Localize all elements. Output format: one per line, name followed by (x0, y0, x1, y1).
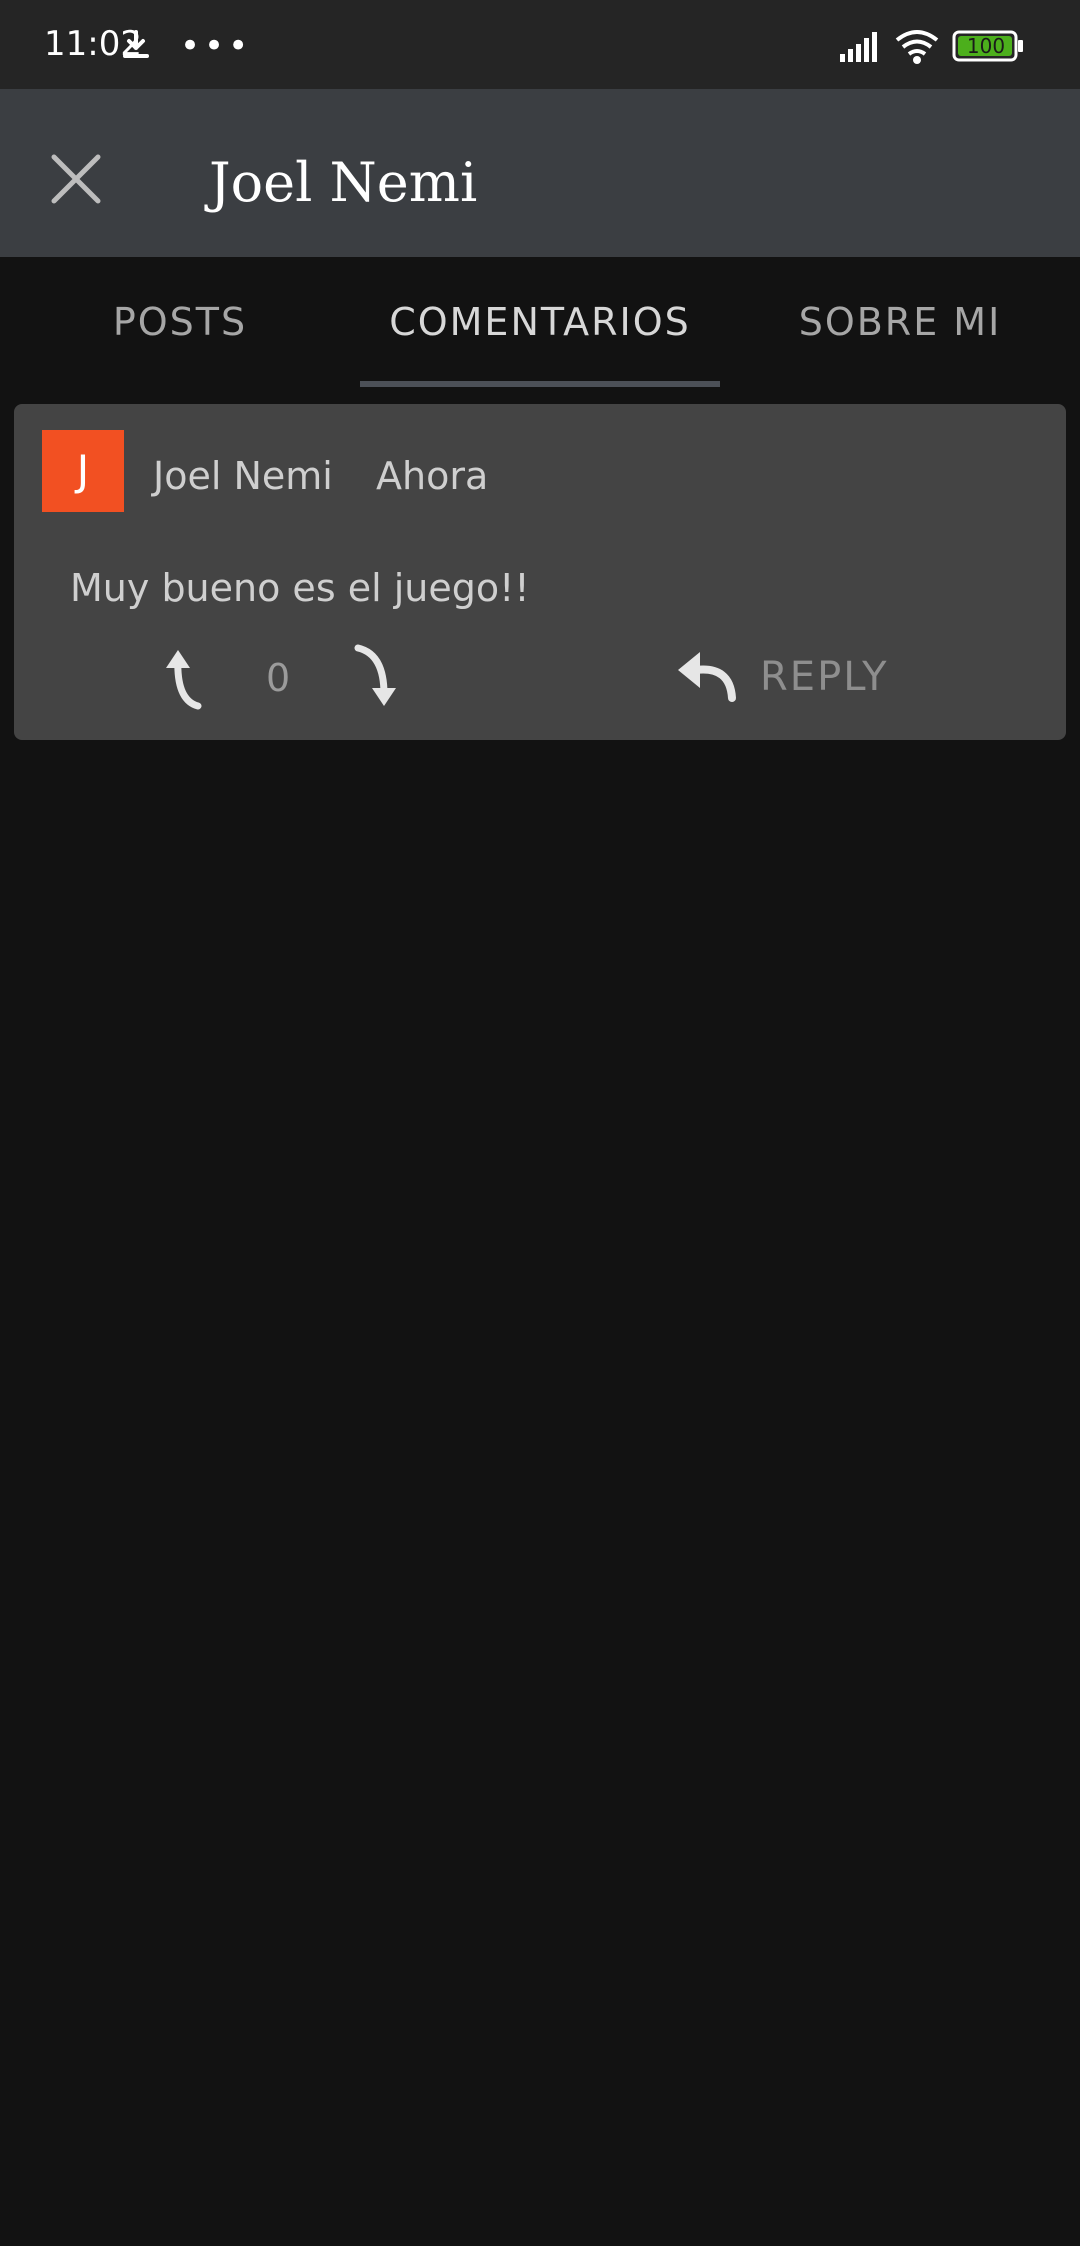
wifi-icon (895, 30, 939, 64)
battery-level: 100 (966, 34, 1006, 58)
signal-icon (840, 32, 877, 62)
more-notifications-icon: ••• (180, 26, 253, 66)
active-tab-indicator (360, 381, 720, 387)
comment-time: Ahora (376, 454, 489, 498)
status-bar: 11:02 ••• 100 (0, 0, 1080, 89)
page-title: Joel Nemi (209, 151, 478, 214)
tab-posts[interactable]: POSTS (0, 257, 360, 389)
tab-bar: POSTS COMENTARIOS SOBRE MI (0, 257, 1080, 389)
tab-sobre-mi[interactable]: SOBRE MI (720, 257, 1080, 389)
tab-comentarios[interactable]: COMENTARIOS (360, 257, 720, 389)
upvote-icon[interactable] (154, 644, 220, 710)
download-icon (123, 30, 149, 58)
reply-icon[interactable] (672, 644, 738, 706)
app-bar: Joel Nemi (0, 89, 1080, 257)
comment-card: J Joel Nemi Ahora Muy bueno es el juego!… (14, 404, 1066, 740)
downvote-icon[interactable] (344, 644, 410, 710)
vote-count: 0 (266, 656, 291, 700)
comment-author[interactable]: Joel Nemi (153, 454, 333, 498)
comment-text: Muy bueno es el juego!! (70, 566, 530, 610)
close-icon[interactable] (44, 147, 108, 211)
reply-button[interactable]: REPLY (760, 654, 889, 700)
avatar[interactable]: J (42, 430, 124, 512)
